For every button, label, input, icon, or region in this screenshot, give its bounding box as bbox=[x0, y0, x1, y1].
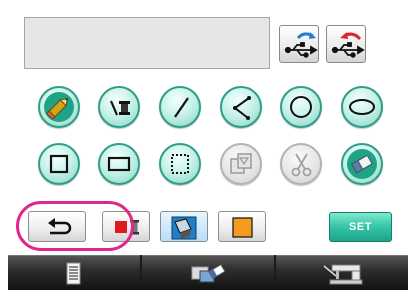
pencil-icon bbox=[44, 92, 74, 122]
copy-icon bbox=[230, 153, 252, 174]
square-icon bbox=[49, 154, 69, 174]
undo-button[interactable] bbox=[28, 211, 86, 242]
document-icon bbox=[66, 262, 81, 285]
fill-tool-button[interactable] bbox=[160, 211, 208, 242]
rectangle-tool-button[interactable] bbox=[98, 143, 140, 185]
rectangle-icon bbox=[107, 156, 131, 172]
set-button[interactable]: SET bbox=[329, 212, 392, 242]
usb-export-icon bbox=[331, 32, 365, 58]
ellipse-icon bbox=[349, 99, 375, 115]
scissors-tool-button[interactable] bbox=[280, 143, 322, 185]
copy-tool-button[interactable] bbox=[220, 143, 262, 185]
tab-edit[interactable] bbox=[142, 255, 274, 290]
screen: SET bbox=[0, 0, 416, 298]
stitch-edit-icon bbox=[191, 263, 226, 283]
square-tool-button[interactable] bbox=[38, 143, 80, 185]
fill-color-icon bbox=[232, 217, 253, 238]
usb-import-icon bbox=[284, 32, 318, 58]
line-thread-tool-button[interactable] bbox=[98, 86, 140, 128]
circle-tool-button[interactable] bbox=[280, 86, 322, 128]
line-icon bbox=[174, 97, 189, 118]
tab-document[interactable] bbox=[8, 255, 140, 290]
polyline-icon bbox=[233, 96, 251, 120]
ellipse-tool-button[interactable] bbox=[341, 86, 383, 128]
sewing-machine-icon bbox=[323, 264, 363, 285]
usb-import-button[interactable] bbox=[279, 25, 319, 63]
display-panel bbox=[24, 17, 270, 69]
polyline-tool-button[interactable] bbox=[220, 86, 262, 128]
circle-icon bbox=[290, 96, 312, 118]
dotted-selection-icon bbox=[171, 154, 189, 174]
tab-bar bbox=[8, 255, 408, 290]
eraser-icon bbox=[347, 149, 377, 179]
thread-color-button[interactable] bbox=[102, 211, 150, 242]
pencil-tool-button[interactable] bbox=[38, 86, 80, 128]
line-thread-icon bbox=[109, 100, 130, 116]
undo-icon bbox=[48, 218, 72, 235]
eraser-tool-button[interactable] bbox=[341, 143, 383, 185]
paint-bucket-icon bbox=[171, 216, 197, 240]
line-tool-button[interactable] bbox=[159, 86, 201, 128]
select-area-tool-button[interactable] bbox=[159, 143, 201, 185]
thread-color-icon bbox=[115, 220, 139, 235]
tab-sewing[interactable] bbox=[276, 255, 408, 290]
fill-color-button[interactable] bbox=[218, 211, 266, 242]
usb-export-button[interactable] bbox=[326, 25, 366, 63]
scissors-icon bbox=[291, 153, 312, 177]
